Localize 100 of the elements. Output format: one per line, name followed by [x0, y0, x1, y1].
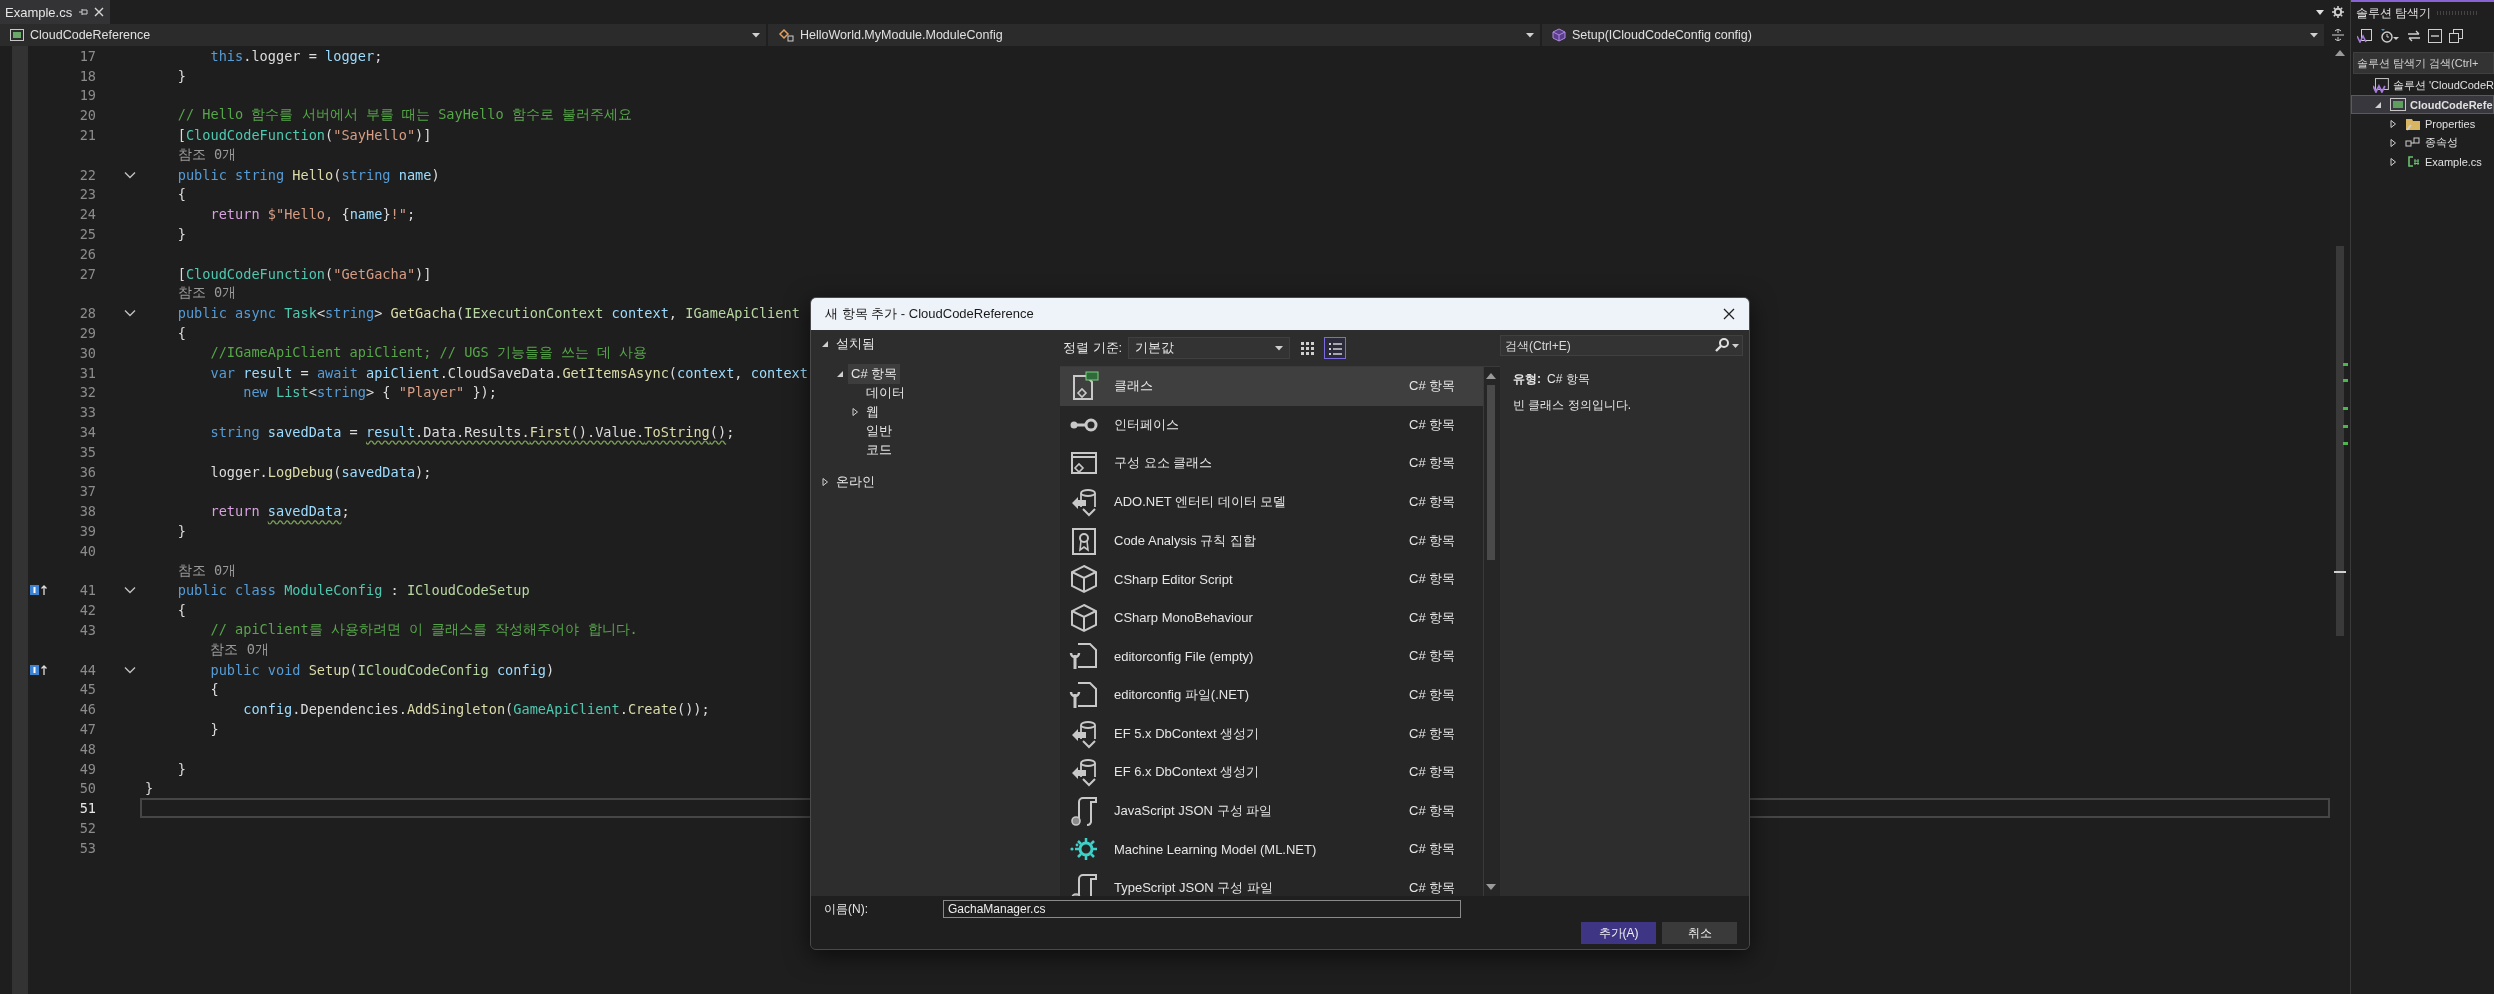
template-item[interactable]: 인터페이스 C# 항목: [1060, 405, 1483, 445]
line-number: 43: [79, 622, 96, 638]
fold-chevron-icon[interactable]: [124, 665, 136, 674]
search-field[interactable]: 솔루션 탐색기 검색(Ctrl+: [2353, 52, 2494, 74]
scroll-up-arrow-icon[interactable]: [2335, 50, 2345, 56]
code-line: {: [177, 325, 186, 342]
file-tab[interactable]: Example.cs: [0, 0, 111, 24]
settings-icon[interactable]: [2332, 6, 2344, 18]
line-number: 47: [79, 721, 96, 737]
template-item[interactable]: 클래스 C# 항목: [1060, 367, 1483, 406]
scrollbar-thumb[interactable]: [2336, 246, 2344, 636]
collapse-all-icon[interactable]: [2428, 29, 2442, 43]
line-number: 52: [79, 819, 96, 836]
code-line: [CloudCodeFunction("GetGacha")]: [177, 265, 432, 282]
template-item[interactable]: TypeScript JSON 구성 파일 C# 항목: [1060, 868, 1483, 896]
dropdown-caret-icon: [2310, 32, 2318, 38]
tree-item[interactable]: 온라인: [833, 471, 878, 492]
collapsed-triangle-icon[interactable]: [2388, 156, 2398, 167]
code-line: config.Dependencies.AddSingleton(GameApiClient.Create());: [243, 701, 710, 718]
line-number: 29: [79, 325, 96, 342]
template-item[interactable]: 구성 요소 클래스 C# 항목: [1060, 444, 1483, 483]
cancel-button[interactable]: 취소: [1662, 922, 1737, 944]
template-item[interactable]: JavaScript JSON 구성 파일 C# 항목: [1060, 791, 1483, 831]
dropdown-caret-icon[interactable]: [1732, 344, 1739, 348]
tree-item[interactable]: 종속성: [2425, 135, 2458, 150]
change-marker: [2343, 363, 2348, 366]
search-icon[interactable]: [1715, 338, 1729, 352]
sort-label: 정렬 기준:: [1063, 339, 1123, 357]
fold-chevron-icon[interactable]: [124, 170, 136, 179]
type-dropdown[interactable]: HelloWorld.MyModule.ModuleConfig: [768, 24, 1540, 46]
sync-arrows-icon[interactable]: [2407, 30, 2421, 42]
reference-count-link[interactable]: 참조 0개: [177, 145, 237, 164]
template-item[interactable]: EF 5.x DbContext 생성기 C# 항목: [1060, 714, 1483, 753]
tree-item[interactable]: 설치됨: [833, 333, 878, 354]
template-item[interactable]: Code Analysis 규칙 집합 C# 항목: [1060, 521, 1483, 560]
template-item[interactable]: Machine Learning Model (ML.NET) C# 항목: [1060, 830, 1483, 869]
code-line: this.logger = logger;: [210, 47, 383, 64]
collapsed-triangle-icon[interactable]: [850, 406, 860, 417]
csharp-file-icon: [2405, 154, 2421, 169]
pin-icon[interactable]: [78, 7, 89, 17]
copy-icon[interactable]: [2449, 29, 2463, 43]
tree-item[interactable]: Example.cs: [2425, 155, 2482, 168]
template-item[interactable]: ADO.NET 엔터티 데이터 모델 C# 항목: [1060, 482, 1483, 522]
line-number: 40: [79, 542, 96, 559]
line-number: 25: [79, 226, 96, 243]
line-number: 27: [79, 265, 96, 282]
csharp-project-icon: [10, 29, 24, 41]
drag-grip-icon[interactable]: [2437, 11, 2478, 15]
reference-count-link[interactable]: 참조 0개: [177, 561, 237, 580]
member-dropdown[interactable]: Setup(ICloudCodeConfig config): [1542, 24, 2324, 46]
project-dropdown[interactable]: CloudCodeReference: [0, 24, 766, 46]
split-window-icon[interactable]: [2332, 29, 2344, 41]
code-line: }: [177, 523, 186, 539]
sort-dropdown[interactable]: 기본값: [1128, 337, 1291, 359]
class-icon: [778, 28, 794, 42]
fold-chevron-icon[interactable]: [124, 309, 136, 318]
tree-item[interactable]: Properties: [2425, 117, 2476, 130]
scroll-document-icon: [1069, 795, 1099, 826]
collapsed-triangle-icon[interactable]: [820, 476, 830, 487]
list-view-button[interactable]: [1324, 337, 1347, 359]
name-field[interactable]: GachaManager.cs: [943, 900, 1461, 918]
tree-item[interactable]: C# 항목: [848, 363, 901, 384]
code-line: }: [177, 760, 186, 777]
add-button[interactable]: 추가(A): [1581, 922, 1656, 944]
collapsed-triangle-icon[interactable]: [2388, 118, 2398, 129]
reference-count-link[interactable]: 참조 0개: [210, 640, 269, 659]
line-number: 38: [79, 503, 96, 520]
tree-item[interactable]: 코드: [863, 439, 895, 460]
search-field[interactable]: 검색(Ctrl+E): [1500, 335, 1743, 356]
reference-count-link[interactable]: 참조 0개: [177, 284, 237, 303]
template-item[interactable]: editorconfig File (empty) C# 항목: [1060, 637, 1483, 676]
tree-item[interactable]: 데이터: [863, 382, 908, 403]
code-line: // Hello 함수를 서버에서 부를 때는 SayHello 함수로 불러주세요: [177, 106, 632, 125]
collapsed-triangle-icon[interactable]: [2388, 137, 2398, 148]
line-number: 51: [79, 800, 96, 817]
change-marker: [2343, 407, 2348, 410]
tree-item[interactable]: 솔루션 'CloudCodeR: [2392, 78, 2494, 93]
dropdown-caret-icon[interactable]: [2316, 9, 2324, 15]
close-icon[interactable]: [94, 7, 105, 17]
code-line: var result = await apiClient.CloudSaveData.GetItemsAsync(context, context: [210, 364, 808, 381]
change-marker: [2343, 442, 2348, 445]
template-item[interactable]: EF 6.x DbContext 생성기 C# 항목: [1060, 752, 1483, 792]
line-number: 39: [79, 523, 96, 539]
template-item[interactable]: CSharp MonoBehaviour C# 항목: [1060, 598, 1483, 638]
line-number: 34: [79, 424, 96, 441]
code-line: return savedData;: [210, 503, 350, 520]
template-item[interactable]: CSharp Editor Script C# 항목: [1060, 559, 1483, 599]
clock-icon[interactable]: [2380, 29, 2400, 43]
tree-item[interactable]: 웹: [863, 401, 882, 422]
tree-item[interactable]: CloudCodeRefe: [2410, 98, 2493, 111]
template-item[interactable]: editorconfig 파일(.NET) C# 항목: [1060, 675, 1483, 715]
change-marker: [2343, 425, 2348, 428]
tree-item[interactable]: 일반: [863, 420, 895, 441]
code-line: {: [177, 602, 186, 619]
code-line: string savedData = result.Data.Results.First().Value.ToString();: [210, 424, 735, 441]
fold-chevron-icon[interactable]: [124, 586, 136, 595]
solution-view-icon[interactable]: [2357, 29, 2373, 43]
scrollbar-thumb[interactable]: [1487, 385, 1495, 560]
scroll-document-icon: [1069, 873, 1099, 896]
solution-icon: [2373, 78, 2389, 93]
